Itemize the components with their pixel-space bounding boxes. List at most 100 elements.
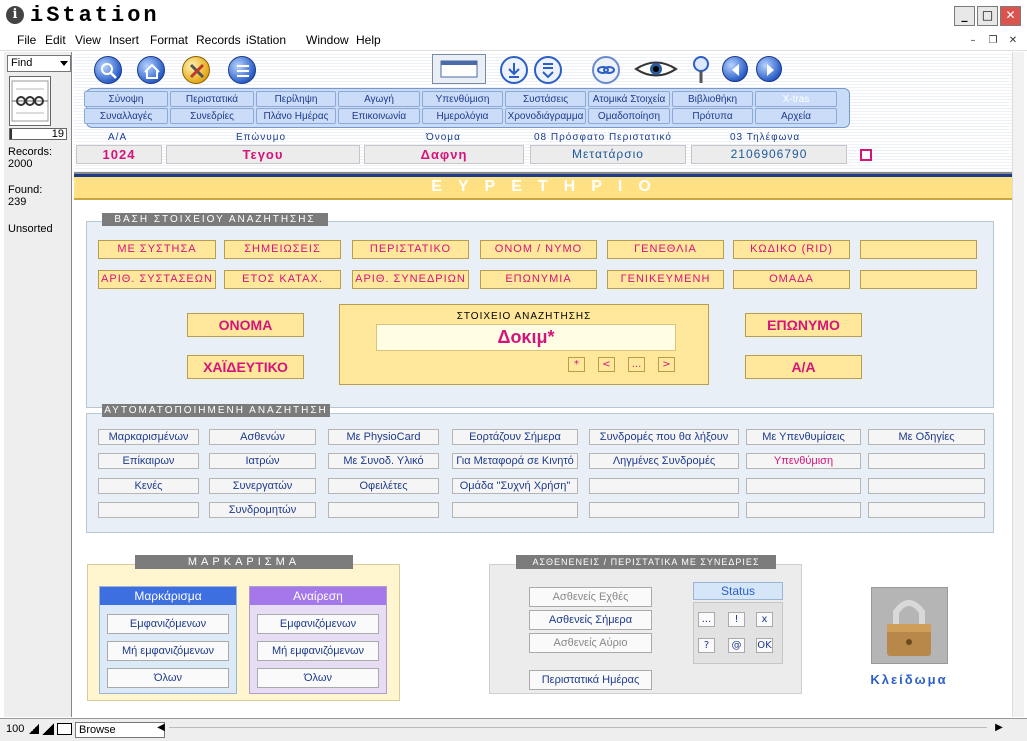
menu-format[interactable]: Format	[150, 33, 188, 47]
patients-yesterday-button[interactable]: Ασθενείς Εχθές	[529, 587, 652, 607]
auto-search-button[interactable]	[98, 502, 199, 518]
unmark-visible-button[interactable]: Εμφανιζόμενων	[257, 614, 379, 634]
auto-search-button[interactable]: Εορτάζουν Σήμερα	[452, 429, 578, 445]
status-button[interactable]: OK	[756, 638, 773, 653]
nav-row1-item[interactable]: Βιβλιοθήκη	[672, 91, 753, 107]
auto-search-button[interactable]: Μαρκαρισμένων	[98, 429, 199, 445]
phone-field[interactable]: 2106906790	[691, 145, 847, 164]
window-view-icon[interactable]	[432, 54, 486, 84]
surname-field[interactable]: Τεγου	[166, 145, 360, 164]
status-button[interactable]: ...	[698, 612, 715, 627]
menu-istation[interactable]: iStation	[246, 33, 286, 47]
auto-search-button[interactable]: Συνεργατών	[209, 478, 316, 494]
auto-search-button[interactable]: Με PhysioCard	[328, 429, 439, 445]
previous-icon[interactable]	[722, 56, 748, 82]
auto-search-button[interactable]	[452, 502, 578, 518]
menu-view[interactable]: View	[75, 33, 101, 47]
auto-search-button[interactable]	[589, 502, 739, 518]
mark-all-button[interactable]: Όλων	[107, 668, 229, 688]
search-field-button[interactable]: ΕΤΟΣ ΚΑΤΑΧ.	[224, 270, 341, 289]
auto-search-button[interactable]: Οφειλέτες	[328, 478, 439, 494]
auto-search-button[interactable]: Ασθενών	[209, 429, 316, 445]
nav-row2-item[interactable]: Αρχεία	[755, 108, 837, 124]
nav-row2-item[interactable]: Ημερολόγια	[422, 108, 503, 124]
nav-row2-item[interactable]: Πλάνο Ημέρας	[256, 108, 336, 124]
record-book-icon[interactable]	[9, 76, 51, 126]
first-name-button[interactable]: ΟΝΟΜΑ	[187, 313, 304, 337]
search-field-button[interactable]: ΑΡΙΘ. ΣΥΝΕΔΡΙΩΝ	[352, 270, 469, 289]
status-button[interactable]: x	[756, 612, 773, 627]
nav-row1-item[interactable]: Περίληψη	[256, 91, 336, 107]
menu-insert[interactable]: Insert	[109, 33, 139, 47]
search-field-button[interactable]: ΜΕ ΣΥΣΤΗΣΑ	[98, 240, 216, 259]
layout-mode-select[interactable]: Browse	[75, 722, 165, 738]
search-field-button[interactable]: ΑΡΙΘ. ΣΥΣΤΑΣΕΩΝ	[98, 270, 216, 289]
auto-search-button[interactable]: Συνδρομητών	[209, 502, 316, 518]
unmark-hidden-button[interactable]: Μή εμφανιζόμενων	[257, 641, 379, 661]
nav-row2-item[interactable]: Συνεδρίες	[170, 108, 254, 124]
auto-search-button[interactable]	[746, 478, 861, 494]
chevron-right-icon[interactable]: ▶	[992, 721, 1006, 735]
auto-search-button[interactable]	[589, 478, 739, 494]
mode-select[interactable]: Find	[7, 55, 71, 72]
aa-field[interactable]: 1024	[76, 145, 162, 164]
mark-hidden-button[interactable]: Μή εμφανιζόμενων	[107, 641, 229, 661]
vertical-scrollbar[interactable]	[1012, 52, 1024, 717]
surname-button[interactable]: ΕΠΩΝΥΜΟ	[745, 313, 862, 337]
menu-file[interactable]: File	[17, 33, 36, 47]
auto-search-button[interactable]	[868, 453, 985, 469]
mark-visible-button[interactable]: Εμφανιζόμενων	[107, 614, 229, 634]
nav-row1-item[interactable]: Σύνοψη	[84, 91, 168, 107]
auto-search-button[interactable]	[746, 502, 861, 518]
nav-row2-item[interactable]: Επικοινωνία	[338, 108, 420, 124]
greater-than-button[interactable]: >	[658, 357, 675, 372]
search-field-button[interactable]: ΟΝΟΜ / ΝΥΜΟ	[480, 240, 597, 259]
search-field-button[interactable]: ΓΕΝΙΚΕΥΜΕΝΗ	[607, 270, 724, 289]
list-icon[interactable]	[228, 56, 256, 84]
nav-row2-item[interactable]: Χρονοδιάγραμμα	[505, 108, 586, 124]
nav-row1-item[interactable]: Αγωγή	[338, 91, 420, 107]
tools-icon[interactable]	[182, 56, 210, 84]
aa-button[interactable]: Α/Α	[745, 355, 862, 379]
wildcard-button[interactable]: *	[568, 357, 585, 372]
zoom-out-icon[interactable]	[29, 724, 39, 734]
minimize-button[interactable]: _	[954, 6, 975, 26]
auto-search-button[interactable]	[328, 502, 439, 518]
menu-records[interactable]: Records	[196, 33, 241, 47]
nav-row1-item[interactable]: Ατομικά Στοιχεία	[588, 91, 670, 107]
auto-search-button[interactable]	[868, 502, 985, 518]
search-field-button[interactable]: ΟΜΑΔΑ	[733, 270, 850, 289]
auto-search-button[interactable]: Επίκαιρων	[98, 453, 199, 469]
auto-search-button[interactable]: Συνδρομές που θα λήξουν	[589, 429, 739, 445]
auto-search-button[interactable]	[868, 478, 985, 494]
home-icon[interactable]	[137, 56, 165, 84]
zoom-in-icon[interactable]	[42, 723, 54, 735]
menu-window[interactable]: Window	[306, 33, 349, 47]
sort-down-icon[interactable]	[534, 56, 562, 84]
search-icon[interactable]	[94, 56, 122, 84]
nav-row2-item[interactable]: Πρότυπα	[672, 108, 753, 124]
range-button[interactable]: ...	[628, 357, 645, 372]
search-field-button[interactable]	[860, 270, 977, 289]
auto-search-button[interactable]: Με Οδηγίες	[868, 429, 985, 445]
auto-search-button[interactable]: Ιατρών	[209, 453, 316, 469]
header-checkbox[interactable]	[860, 149, 872, 161]
mdi-close-icon[interactable]: ✕	[1006, 34, 1020, 48]
less-than-button[interactable]: <	[598, 357, 615, 372]
auto-search-button[interactable]: Με Υπενθυμίσεις	[746, 429, 861, 445]
import-down-icon[interactable]	[500, 56, 528, 84]
menu-edit[interactable]: Edit	[45, 33, 66, 47]
horizontal-scrollbar[interactable]	[169, 727, 987, 731]
zoom-level[interactable]: 100	[6, 723, 24, 735]
recent-case-field[interactable]: Μετατάρσιο	[530, 145, 686, 164]
search-field-button[interactable]: ΕΠΩΝΥΜΙΑ	[480, 270, 597, 289]
auto-search-button[interactable]: Υπενθύμιση	[746, 453, 861, 469]
search-field-button[interactable]	[860, 240, 977, 259]
nav-row2-item[interactable]: Συναλλαγές	[84, 108, 168, 124]
record-slider[interactable]: 19	[9, 128, 67, 140]
status-button[interactable]: @	[728, 638, 745, 653]
search-field-button[interactable]: ΣΗΜΕΙΩΣΕΙΣ	[224, 240, 341, 259]
menu-help[interactable]: Help	[356, 33, 381, 47]
patients-tomorrow-button[interactable]: Ασθενείς Αύριο	[529, 633, 652, 653]
auto-search-button[interactable]: Ομάδα "Συχνή Χρήση"	[452, 478, 578, 494]
